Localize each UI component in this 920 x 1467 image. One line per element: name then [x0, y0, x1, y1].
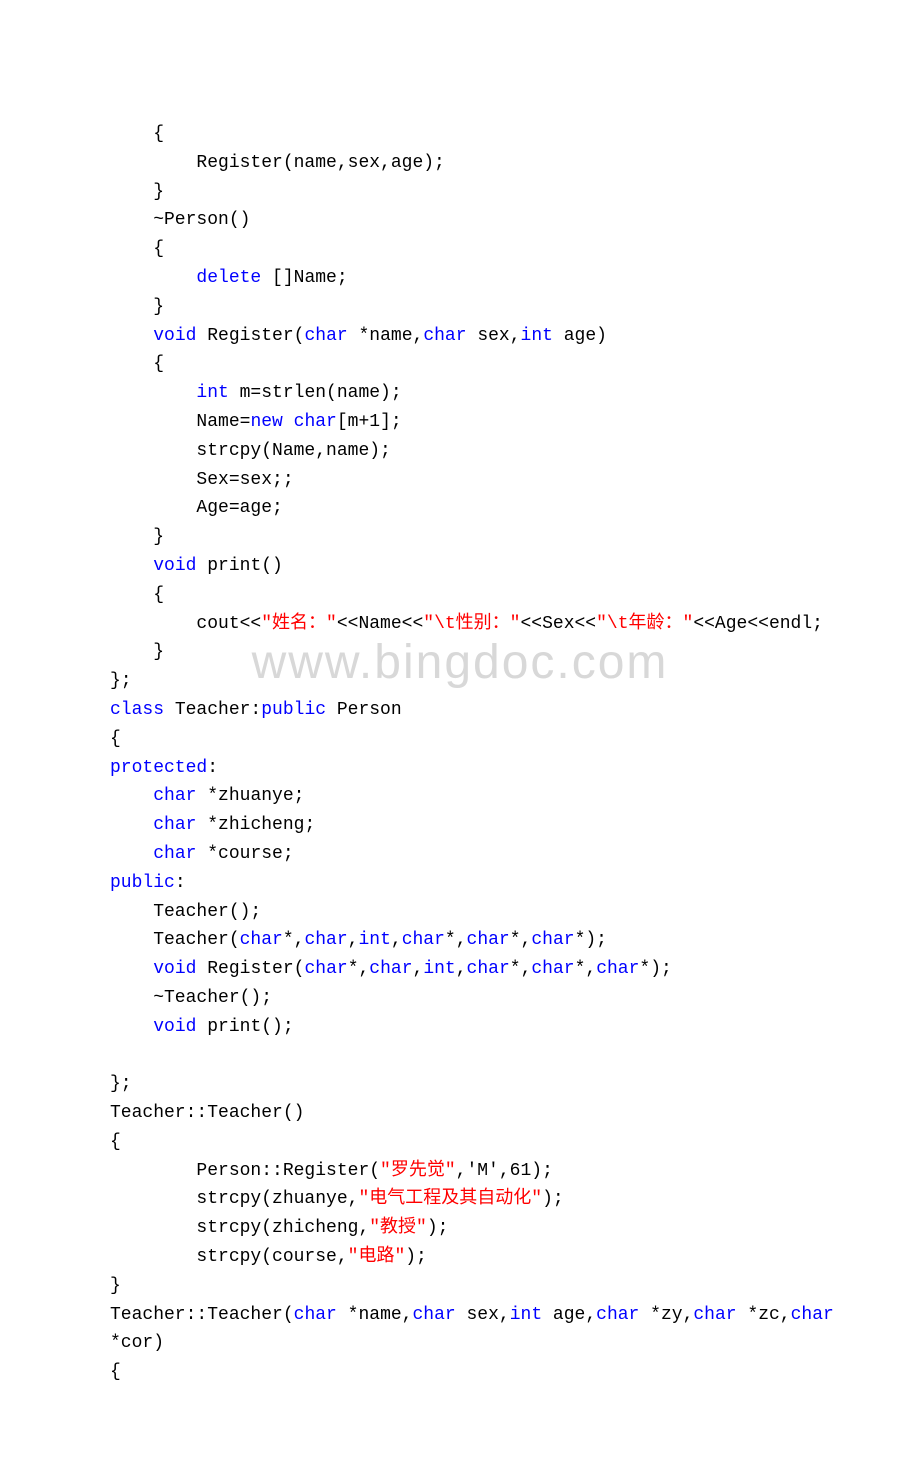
code-line: } [110, 297, 164, 317]
code-line: Register(name,sex,age); [110, 153, 445, 173]
code-line: void print(); [110, 1017, 294, 1037]
code-line: }; [110, 1074, 132, 1094]
code-line: strcpy(zhuanye,"电气工程及其自动化"); [110, 1189, 564, 1209]
code-line: void Register(char*,char,int,char*,char*… [110, 959, 672, 979]
code-line: char *zhuanye; [110, 786, 304, 806]
code-line: { [110, 729, 121, 749]
code-line: protected: [110, 758, 218, 778]
code-line: } [110, 182, 164, 202]
code-line: char *course; [110, 844, 294, 864]
code-line: ~Teacher(); [110, 988, 272, 1008]
code-line: Teacher::Teacher() [110, 1103, 304, 1123]
code-line: Teacher(char*,char,int,char*,char*,char*… [110, 930, 607, 950]
code-line: Teacher::Teacher(char *name,char sex,int… [110, 1305, 834, 1325]
code-line: Sex=sex;; [110, 470, 294, 490]
code-line: void print() [110, 556, 283, 576]
code-line: strcpy(course,"电路"); [110, 1247, 427, 1267]
code-line: }; [110, 671, 132, 691]
code-line: class Teacher:public Person [110, 700, 402, 720]
code-line: public: [110, 873, 186, 893]
code-line: strcpy(zhicheng,"教授"); [110, 1218, 448, 1238]
code-line: { [110, 1132, 121, 1152]
code-line: Name=new char[m+1]; [110, 412, 402, 432]
code-line: Teacher(); [110, 902, 261, 922]
document-page: www.bingdoc.com { Register(name,sex,age)… [0, 0, 920, 1467]
code-line: } [110, 1276, 121, 1296]
code-line: } [110, 527, 164, 547]
code-line: int m=strlen(name); [110, 383, 402, 403]
code-line: { [110, 1362, 121, 1382]
code-block: { Register(name,sex,age); } ~Person() { … [110, 120, 810, 1387]
code-line: char *zhicheng; [110, 815, 315, 835]
code-line: Person::Register("罗先觉",'M',61); [110, 1161, 553, 1181]
code-line: } [110, 642, 164, 662]
code-line: { [110, 124, 164, 144]
code-line: Age=age; [110, 498, 283, 518]
code-line: strcpy(Name,name); [110, 441, 391, 461]
code-line: ~Person() [110, 210, 250, 230]
code-line: { [110, 239, 164, 259]
code-line: { [110, 354, 164, 374]
code-line: *cor) [110, 1333, 164, 1353]
code-line: delete []Name; [110, 268, 348, 288]
code-line: cout<<"姓名："<<Name<<"\t性别："<<Sex<<"\t年龄："… [110, 614, 823, 634]
code-line: void Register(char *name,char sex,int ag… [110, 326, 607, 346]
code-line: { [110, 585, 164, 605]
